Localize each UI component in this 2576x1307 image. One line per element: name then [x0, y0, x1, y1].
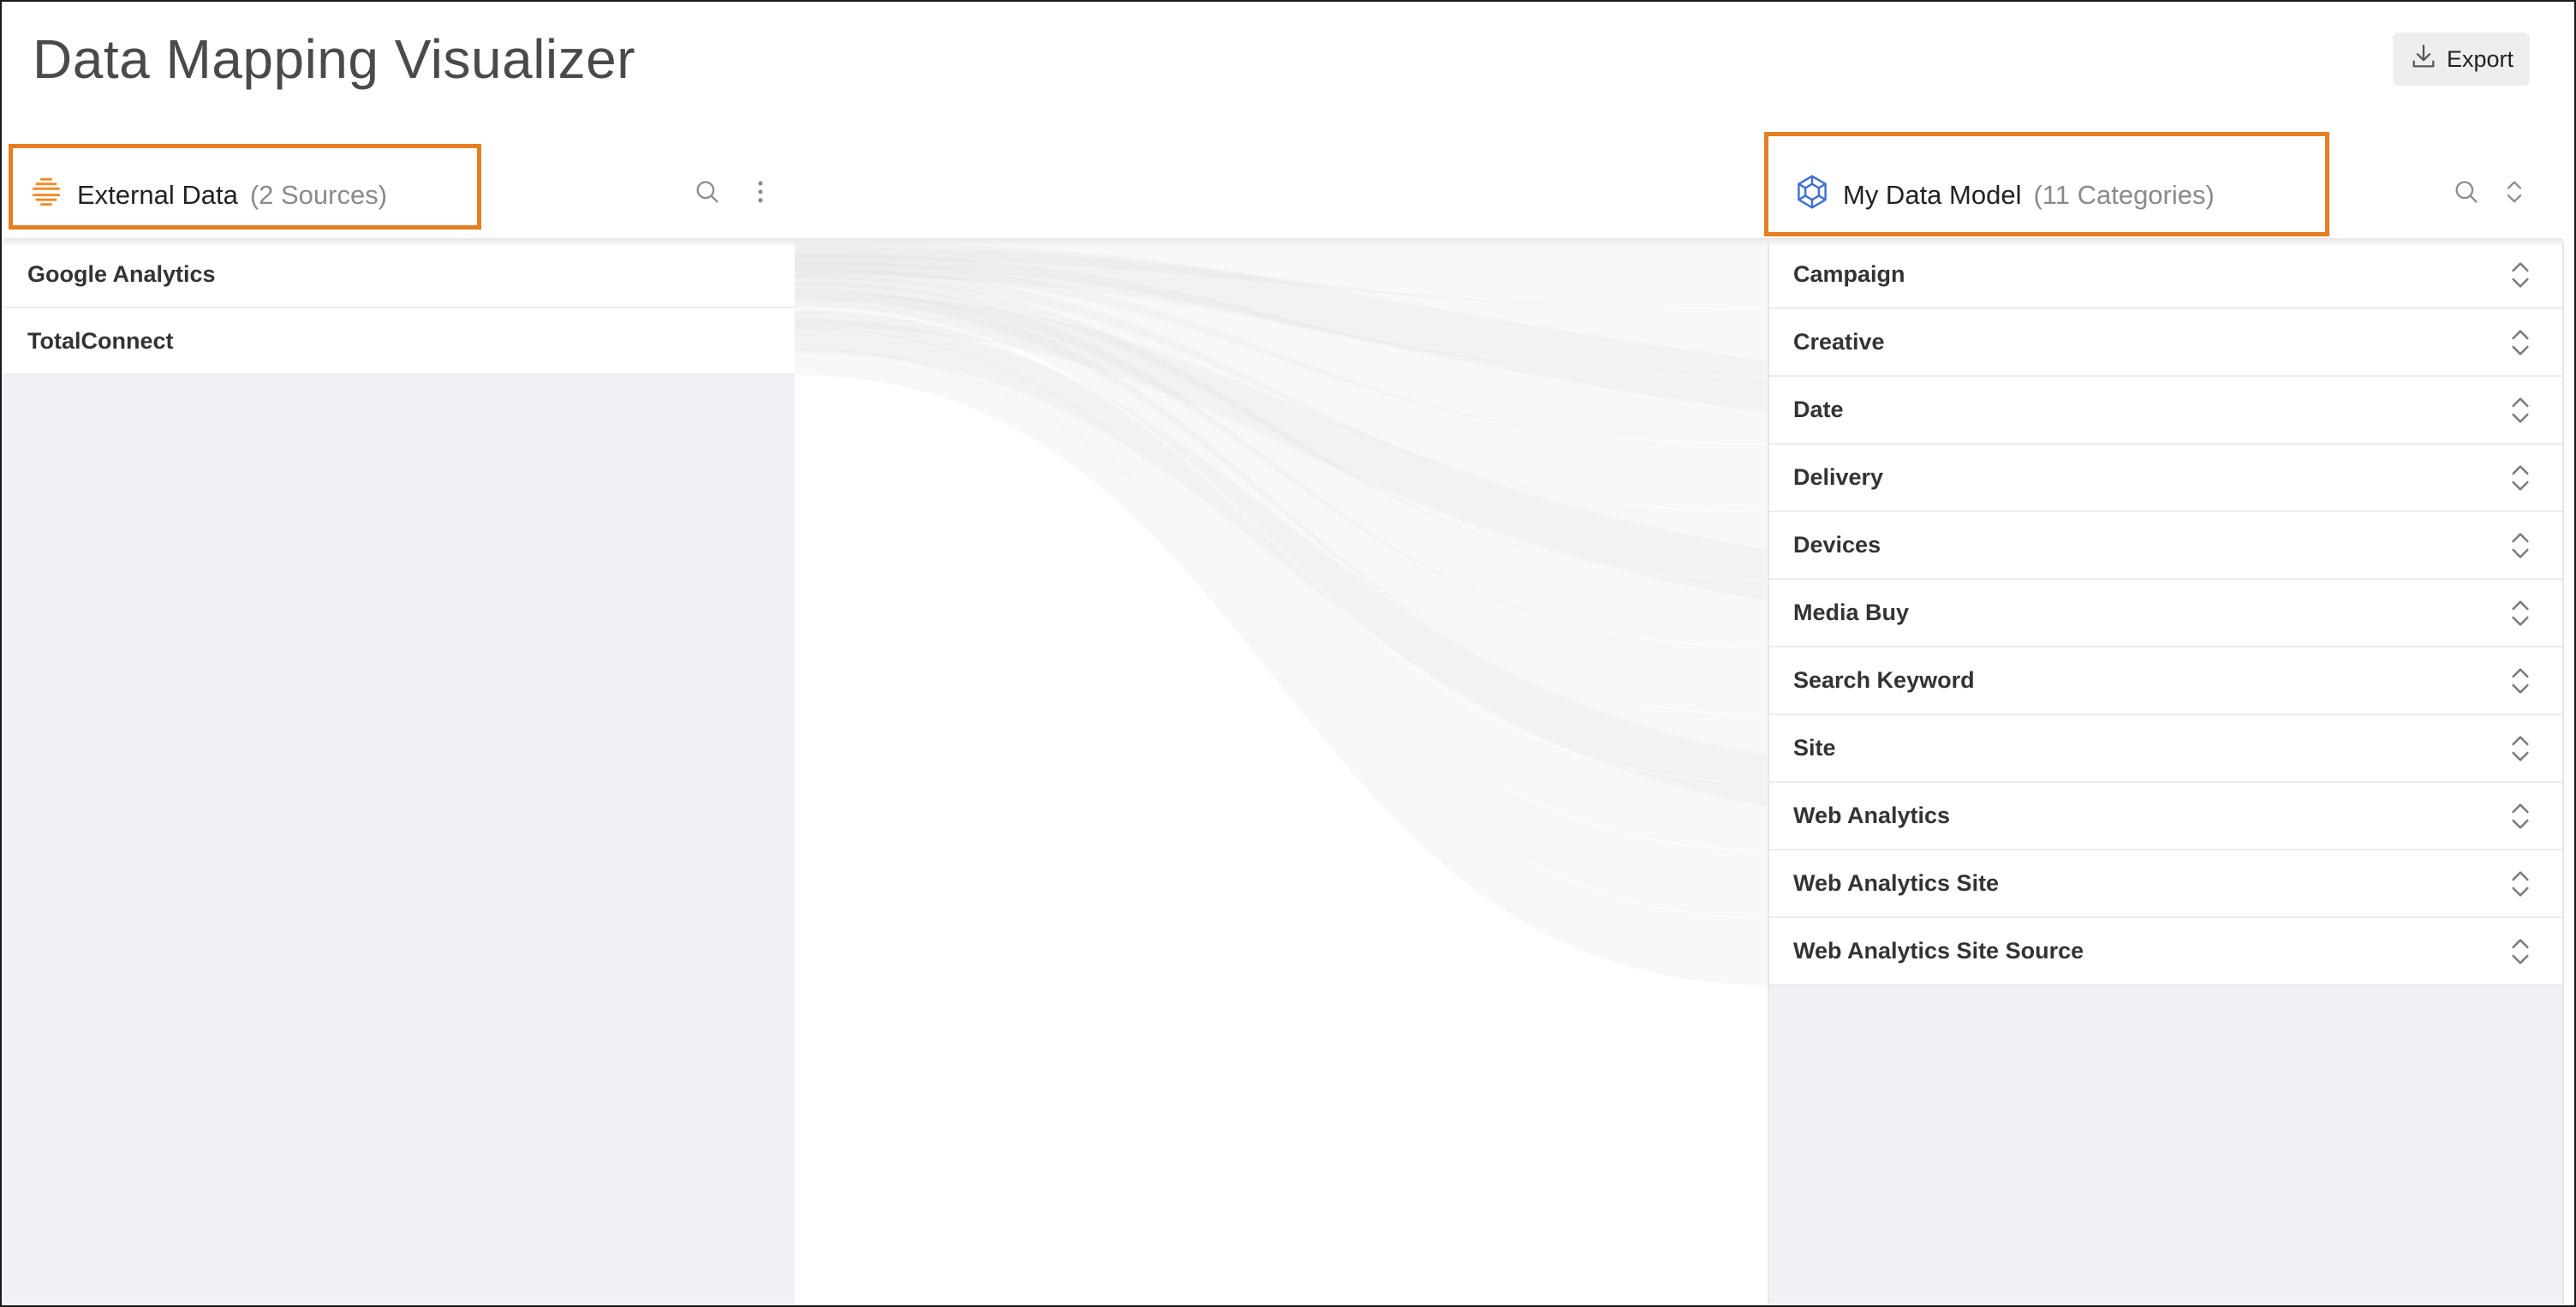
- category-label: Devices: [1793, 532, 1881, 558]
- category-row[interactable]: Creative: [1769, 309, 2564, 377]
- category-row[interactable]: Date: [1769, 377, 2564, 445]
- category-row[interactable]: Web Analytics Site Source: [1769, 918, 2564, 986]
- category-row[interactable]: Campaign: [1769, 242, 2564, 309]
- export-button[interactable]: Export: [2393, 33, 2530, 86]
- category-label: Web Analytics Site Source: [1793, 938, 2084, 964]
- mapping-flows: [795, 242, 1768, 1304]
- sort-arrows-icon[interactable]: [2507, 461, 2533, 495]
- sort-arrows-icon[interactable]: [2507, 934, 2533, 969]
- category-label: Date: [1793, 397, 1844, 422]
- category-label: Campaign: [1793, 261, 1905, 287]
- source-row-google-analytics[interactable]: Google Analytics: [3, 242, 795, 308]
- category-row[interactable]: Devices: [1769, 512, 2564, 580]
- sort-arrows-icon[interactable]: [2507, 731, 2533, 766]
- category-label: Delivery: [1793, 464, 1884, 490]
- export-label: Export: [2446, 45, 2514, 72]
- sort-arrows-icon[interactable]: [2507, 799, 2533, 833]
- sort-arrows-icon[interactable]: [2507, 664, 2533, 698]
- source-row-totalconnect[interactable]: TotalConnect: [3, 308, 795, 375]
- page-title: Data Mapping Visualizer: [33, 28, 636, 90]
- sort-arrows-icon[interactable]: [2507, 528, 2533, 563]
- category-row[interactable]: Web Analytics Site: [1769, 850, 2564, 918]
- header-divider: [3, 238, 2562, 247]
- sort-arrows-icon[interactable]: [2507, 867, 2533, 901]
- sort-arrows-icon[interactable]: [2507, 325, 2533, 360]
- data-model-highlight: [1764, 132, 2329, 236]
- category-label: Web Analytics Site: [1793, 870, 2000, 896]
- sort-arrows-icon[interactable]: [2497, 175, 2531, 209]
- external-data-highlight: [9, 144, 481, 230]
- category-label: Site: [1793, 735, 1836, 761]
- category-row[interactable]: Search Keyword: [1769, 648, 2564, 715]
- search-icon[interactable]: [2449, 175, 2484, 209]
- search-icon[interactable]: [690, 175, 724, 209]
- category-label: Search Keyword: [1793, 667, 1975, 693]
- download-icon: [2409, 42, 2438, 77]
- scrollbar[interactable]: [2562, 242, 2574, 1304]
- app-frame: Data Mapping Visualizer Export External …: [0, 0, 2576, 1307]
- data-model-categories-list: Campaign Creative Date Delivery Devices …: [1768, 242, 2564, 1304]
- category-label: Creative: [1793, 329, 1885, 355]
- category-row[interactable]: Delivery: [1769, 445, 2564, 512]
- sort-arrows-icon[interactable]: [2507, 258, 2533, 292]
- category-row[interactable]: Site: [1769, 715, 2564, 783]
- sort-arrows-icon[interactable]: [2507, 393, 2533, 427]
- category-row[interactable]: Web Analytics: [1769, 783, 2564, 850]
- category-label: Media Buy: [1793, 600, 1910, 625]
- category-row[interactable]: Media Buy: [1769, 580, 2564, 648]
- external-sources-list: Google Analytics TotalConnect: [3, 242, 796, 1304]
- sort-arrows-icon[interactable]: [2507, 596, 2533, 630]
- kebab-menu-icon[interactable]: [743, 175, 778, 209]
- category-label: Web Analytics: [1793, 803, 1951, 828]
